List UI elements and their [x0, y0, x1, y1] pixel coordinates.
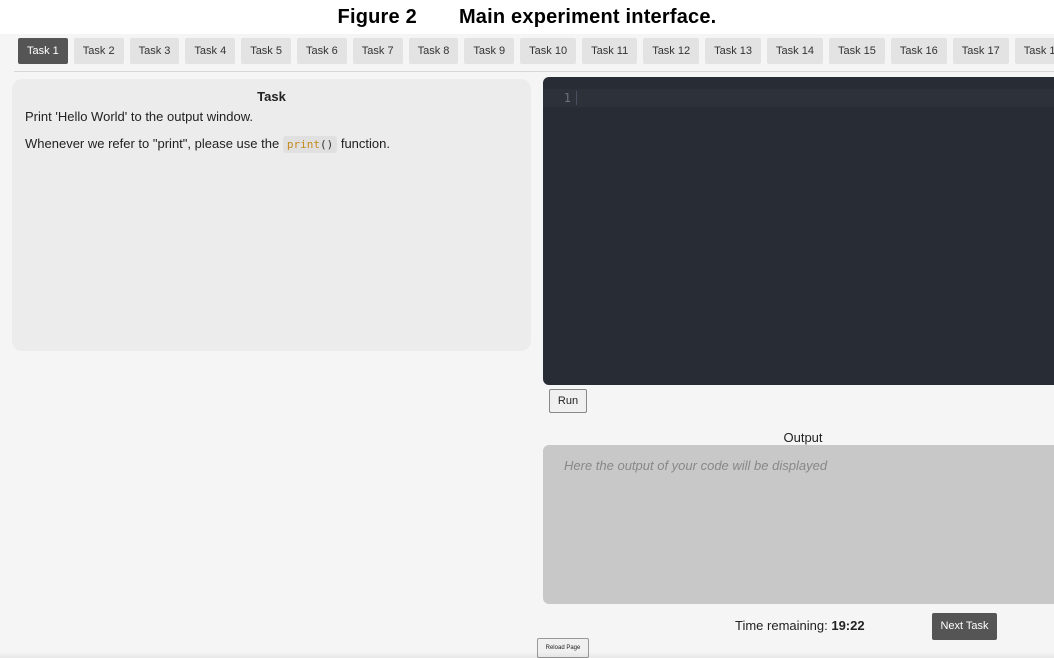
- tab-task-9[interactable]: Task 9: [464, 38, 515, 64]
- figure-label: Figure 2: [337, 6, 417, 28]
- tab-task-12[interactable]: Task 12: [643, 38, 700, 64]
- tab-task-14[interactable]: Task 14: [767, 38, 823, 64]
- tab-divider: [14, 71, 1054, 72]
- tab-task-8[interactable]: Task 8: [408, 38, 459, 64]
- tab-task-7[interactable]: Task 7: [352, 38, 403, 64]
- tab-task-18[interactable]: Task 18: [1014, 38, 1054, 64]
- task-tab-bar: Task 1 Task 2 Task 3 Task 4 Task 5 Task 6 Task…: [18, 38, 1054, 64]
- editor-active-line[interactable]: 1: [543, 89, 1054, 107]
- time-remaining: Time remaining: 19:22: [735, 618, 865, 633]
- next-task-button[interactable]: Next Task: [932, 613, 997, 640]
- tab-task-5[interactable]: Task 5: [241, 38, 291, 64]
- tab-task-16[interactable]: Task 16: [890, 38, 947, 64]
- output-title: Output: [783, 430, 823, 445]
- tab-task-2[interactable]: Task 2: [73, 38, 124, 64]
- task-note: Whenever we refer to "print", please use…: [25, 135, 518, 154]
- app-window: Task 1 Task 2 Task 3 Task 4 Task 5 Task 6 Task…: [0, 34, 1054, 658]
- task-note-prefix: Whenever we refer to "print", please use…: [25, 136, 280, 151]
- code-parens: (): [319, 138, 334, 151]
- figure-caption: Figure 2 Main experiment interface.: [0, 6, 1054, 29]
- bottom-shadow: [0, 652, 1054, 658]
- tab-task-6[interactable]: Task 6: [296, 38, 347, 64]
- code-editor[interactable]: 1: [543, 77, 1054, 385]
- tab-task-15[interactable]: Task 15: [828, 38, 885, 64]
- code-function-name: print: [286, 138, 320, 151]
- task-note-suffix: function.: [340, 136, 390, 151]
- figure-title: Main experiment interface.: [458, 6, 717, 28]
- page: Figure 2 Main experiment interface. Task …: [0, 0, 1054, 658]
- run-button[interactable]: Run: [549, 389, 587, 413]
- tab-task-13[interactable]: Task 13: [705, 38, 762, 64]
- timer-value: 19:22: [831, 618, 865, 633]
- tab-task-4[interactable]: Task 4: [185, 38, 236, 64]
- tab-task-1[interactable]: Task 1: [18, 38, 68, 64]
- task-title: Task: [257, 89, 286, 104]
- tab-task-17[interactable]: Task 17: [952, 38, 1009, 64]
- task-panel: Task Print 'Hello World' to the output w…: [12, 79, 531, 351]
- output-window: Here the output of your code will be dis…: [543, 445, 1054, 604]
- tab-task-3[interactable]: Task 3: [129, 38, 180, 64]
- tab-task-10[interactable]: Task 10: [520, 38, 577, 64]
- text-cursor: [576, 91, 577, 105]
- code-snippet: print(): [282, 136, 338, 153]
- timer-label: Time remaining:: [735, 618, 828, 633]
- line-number: 1: [563, 91, 571, 105]
- output-placeholder: Here the output of your code will be dis…: [564, 458, 828, 473]
- tab-task-11[interactable]: Task 11: [582, 38, 638, 64]
- task-instruction: Print 'Hello World' to the output window…: [25, 109, 254, 124]
